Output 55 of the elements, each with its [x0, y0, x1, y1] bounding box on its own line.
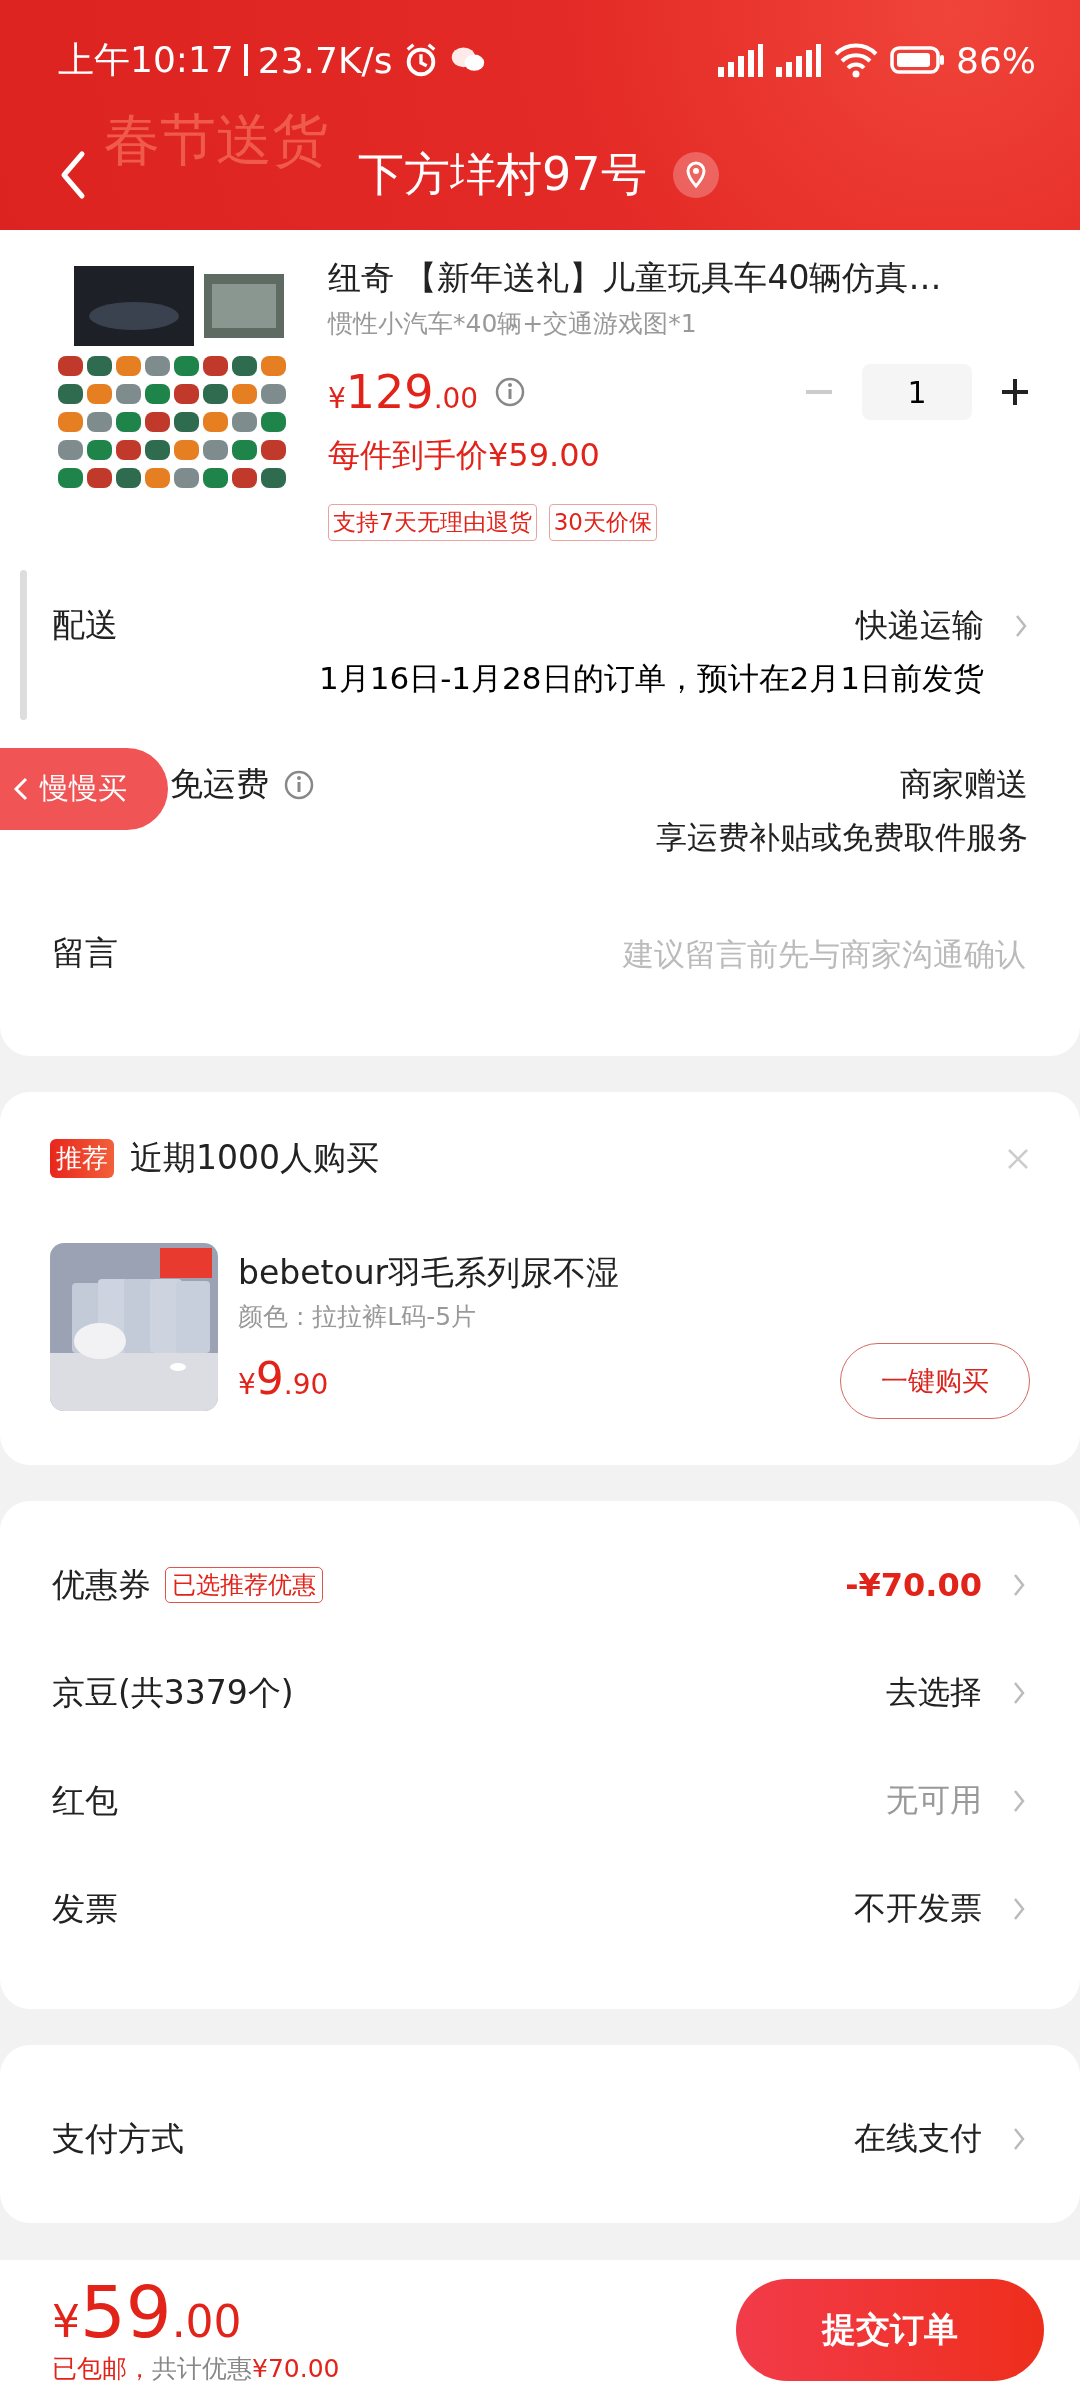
buy-button[interactable]: 一键购买: [840, 1343, 1030, 1419]
chevron-icon[interactable]: [1012, 2126, 1026, 2152]
product-price: ¥9.90: [238, 1352, 330, 1404]
product-price: ¥129.00: [328, 365, 479, 419]
row-label: 京豆(共3379个): [52, 1671, 294, 1714]
location-pin-icon[interactable]: [672, 152, 719, 198]
product-title[interactable]: 纽奇 【新年送礼】儿童玩具车40辆仿真…: [328, 256, 1030, 301]
chevron-icon[interactable]: [1012, 1788, 1026, 1814]
row-value: 商家赠送: [900, 763, 1028, 805]
row-label: 配送: [52, 604, 119, 646]
shipping-note: 1月16日-1月28日的订单，预计在2月1日前发货: [318, 659, 985, 698]
row-value[interactable]: 去选择: [886, 1671, 982, 1715]
row-label: 红包: [52, 1779, 118, 1822]
coupon-tag: 已选推荐优惠: [165, 1567, 323, 1603]
summary-note: 已包邮，共计优惠¥70.00: [52, 2352, 340, 2385]
tab-label: 慢慢买: [40, 770, 127, 807]
signal-icon: [716, 43, 764, 77]
chevron-icon[interactable]: [1012, 1680, 1026, 1706]
row-value[interactable]: 在线支付: [854, 2117, 982, 2161]
wifi-icon: [832, 42, 880, 78]
row-label: 支付方式: [52, 2117, 184, 2160]
submit-button[interactable]: 提交订单: [736, 2279, 1044, 2381]
battery-level: 86%: [956, 39, 1036, 81]
row-value[interactable]: 不开发票: [854, 1887, 982, 1931]
chevron-icon[interactable]: [1012, 1572, 1026, 1598]
row-label: 发票: [52, 1887, 118, 1930]
info-icon[interactable]: [494, 376, 527, 408]
total-price: ¥59.00: [52, 2275, 243, 2348]
final-price: 每件到手价¥59.00: [328, 435, 601, 476]
message-field[interactable]: 建议留言前先与商家沟通确认: [385, 934, 1028, 973]
chevron-icon[interactable]: [1012, 1896, 1026, 1922]
service-tag: 支持7天无理由退货: [328, 504, 537, 541]
plus-icon[interactable]: [1000, 377, 1030, 407]
battery-icon: [890, 45, 946, 75]
separator-icon: [243, 44, 248, 76]
product-spec: 颜色 : 拉拉裤L码-5片: [238, 1300, 478, 1333]
section-title: 近期1000人购买: [130, 1137, 379, 1179]
info-icon[interactable]: [283, 768, 315, 801]
product-spec: 惯性小汽车*40辆+交通游戏图*1: [328, 308, 698, 340]
row-label: 免运费: [170, 763, 269, 805]
signal-icon: [774, 43, 822, 77]
product-title[interactable]: bebetour羽毛系列尿不湿: [238, 1250, 820, 1296]
network-speed: 23.7K/s: [257, 39, 393, 81]
recommend-badge: 推荐: [50, 1139, 114, 1178]
close-icon[interactable]: [1006, 1146, 1030, 1171]
quantity-field[interactable]: 1: [862, 364, 972, 420]
status-time: 上午10:17: [58, 37, 234, 82]
row-value[interactable]: -¥70.00: [845, 1566, 982, 1604]
service-note: 享运费补贴或免费取件服务: [655, 818, 1028, 857]
row-label: 留言: [52, 932, 119, 974]
service-tag: 30天价保: [548, 504, 657, 541]
address-title[interactable]: 下方垟村97号: [358, 144, 647, 206]
back-icon: [12, 775, 30, 803]
row-value[interactable]: 快递运输: [856, 603, 984, 648]
row-label: 优惠券: [52, 1563, 151, 1606]
